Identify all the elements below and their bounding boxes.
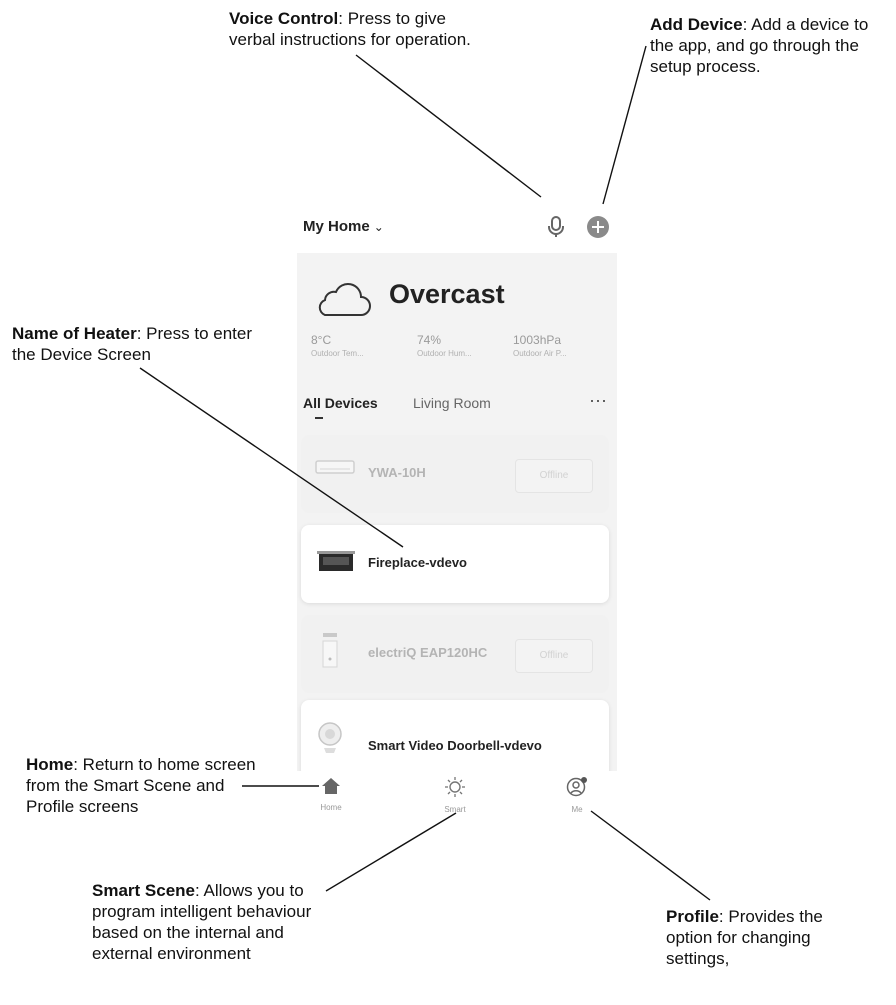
callout-title: Add Device: [650, 15, 743, 34]
callout-title: Name of Heater: [12, 324, 137, 343]
callout-title: Smart Scene: [92, 881, 195, 900]
leader-line-profile: [590, 810, 711, 901]
callout-profile: Profile: Provides the option for changin…: [666, 906, 866, 969]
device-card[interactable]: Fireplace-vdevo: [301, 525, 609, 603]
add-device-button[interactable]: [587, 216, 609, 238]
nav-label: Me: [571, 805, 583, 814]
callout-title: Home: [26, 755, 74, 774]
tab-living-room[interactable]: Living Room: [413, 395, 491, 411]
tab-all-devices[interactable]: All Devices: [303, 395, 378, 411]
stat-value: 1003hPa: [513, 333, 562, 347]
cloud-icon: [318, 283, 371, 316]
callout-name-of-heater: Name of Heater: Press to enter the Devic…: [12, 323, 262, 365]
nav-label: Smart: [444, 805, 466, 814]
stat-value: 8°C: [311, 333, 332, 347]
more-dots-icon[interactable]: ⋯: [589, 391, 608, 412]
stat-value: 74%: [417, 333, 442, 347]
air-conditioner-icon: [315, 460, 355, 474]
chevron-down-icon: ⌄: [373, 220, 384, 234]
nav-label: Home: [320, 803, 342, 812]
room-tabs: All Devices Living Room ⋯: [297, 391, 617, 421]
device-name: YWA-10H: [368, 465, 426, 480]
device-name: Smart Video Doorbell-vdevo: [368, 738, 542, 753]
leader-line-add: [602, 45, 647, 205]
nav-home[interactable]: Home: [301, 777, 361, 812]
callout-smart-scene: Smart Scene: Allows you to program intel…: [92, 880, 324, 964]
offline-badge: Offline: [515, 639, 593, 673]
stat-humidity: 74% Outdoor Hum...: [417, 333, 472, 358]
offline-badge: Offline: [515, 459, 593, 493]
leader-line-voice: [355, 54, 542, 198]
fireplace-icon: [317, 551, 355, 571]
air-purifier-icon: [322, 633, 338, 668]
callout-home: Home: Return to home screen from the Sma…: [26, 754, 258, 817]
top-bar: My Home ⌄: [297, 205, 617, 253]
device-name[interactable]: Fireplace-vdevo: [368, 555, 467, 570]
nav-me[interactable]: Me: [547, 777, 607, 814]
home-title: My Home: [303, 218, 370, 235]
callout-voice-control: Voice Control: Press to give verbal inst…: [229, 8, 479, 50]
leader-line-smart: [325, 812, 457, 892]
device-name: electriQ EAP120HC: [368, 645, 488, 660]
user-icon: [566, 777, 587, 797]
callout-title: Profile: [666, 907, 719, 926]
nav-smart[interactable]: Smart: [425, 777, 485, 814]
device-card[interactable]: YWA-10H Offline: [301, 435, 609, 513]
doorbell-camera-icon: [318, 722, 342, 753]
tab-indicator: [315, 417, 323, 419]
callout-title: Voice Control: [229, 9, 339, 28]
device-card[interactable]: Smart Video Doorbell-vdevo: [301, 700, 609, 778]
bottom-nav: Home Smart Me: [297, 771, 617, 823]
callout-add-device: Add Device: Add a device to the app, and…: [650, 14, 894, 77]
stat-label: Outdoor Tem...: [311, 349, 364, 358]
home-selector[interactable]: My Home ⌄: [303, 218, 384, 235]
weather-condition: Overcast: [389, 279, 505, 309]
home-icon: [322, 778, 340, 794]
microphone-icon[interactable]: [545, 215, 567, 239]
stat-label: Outdoor Hum...: [417, 349, 472, 358]
device-card[interactable]: electriQ EAP120HC Offline: [301, 615, 609, 693]
sun-icon: [445, 777, 465, 797]
phone-screen: My Home ⌄ Overcast 8°C Outdoor Tem... 74%…: [297, 205, 617, 823]
stat-label: Outdoor Air P...: [513, 349, 567, 358]
stat-temperature: 8°C Outdoor Tem...: [311, 333, 364, 358]
stat-air-pressure: 1003hPa Outdoor Air P...: [513, 333, 567, 358]
